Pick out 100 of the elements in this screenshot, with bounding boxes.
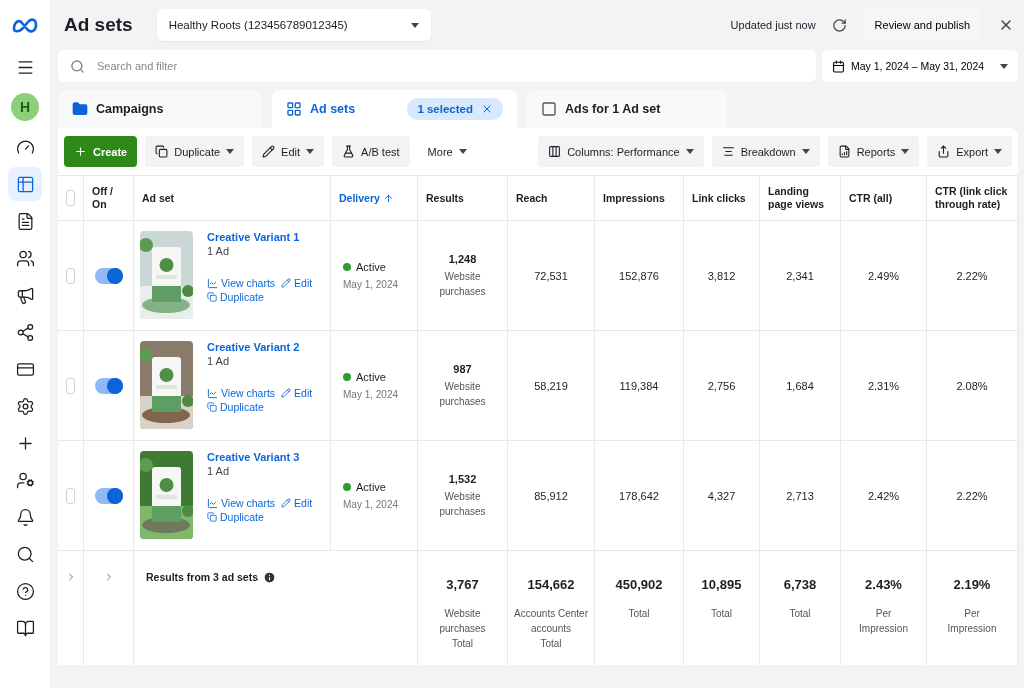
column-header[interactable]: Impressions [595,176,684,221]
column-header[interactable]: Landing page views [760,176,841,221]
checkbox[interactable] [66,377,75,394]
chart-icon [207,497,218,509]
chart-icon [207,387,218,399]
help-icon [15,581,35,601]
refresh-icon [831,17,847,33]
status-dot [343,263,351,271]
date-range-button[interactable]: May 1, 2024 – May 31, 2024 [822,50,1018,82]
search-icon [70,58,85,74]
info-icon[interactable] [263,571,277,584]
column-header[interactable]: Ad set [134,176,331,221]
table-cell: 72,531 [508,221,595,331]
column-header[interactable]: Delivery [331,176,418,221]
search-icon [15,544,35,564]
edit-link[interactable]: Edit [281,387,313,399]
results-label: Website purchases [438,269,487,299]
avatar[interactable]: H [11,93,39,121]
copy-icon [207,292,217,302]
table-cell: 85,912 [508,441,595,551]
duplicate-link[interactable]: Duplicate [207,401,313,413]
copy-icon [207,402,217,412]
toolbar-button[interactable]: Duplicate [145,136,245,167]
column-header[interactable]: Link clicks [684,176,760,221]
book-icon [15,618,35,638]
total-value: 450,902 [615,577,663,592]
column-header[interactable]: CTR (all) [841,176,927,221]
total-label: Per Impression [858,607,909,636]
status-dot [343,483,351,491]
total-label: Total [539,637,563,651]
toggle-switch[interactable] [94,377,123,394]
table-cell: 119,384 [595,331,684,441]
toggle-switch[interactable] [94,487,123,504]
table-cell: 2,756 [684,331,760,441]
export-icon [937,145,951,158]
results-value: 987 [453,362,472,375]
checkbox[interactable] [66,487,75,504]
toggle-switch[interactable] [94,267,123,284]
checkbox[interactable] [66,190,75,206]
column-header[interactable]: Results [418,176,508,221]
table-cell: 2.49% [841,221,927,331]
column-header[interactable]: Reach [508,176,595,221]
create-button[interactable]: Create [64,136,138,167]
total-label: Total [709,607,734,621]
user-gear-icon [15,470,35,490]
ad-set-name[interactable]: Creative Variant 3 [207,451,313,463]
view-charts-link[interactable]: View charts [207,387,276,399]
columns-icon [548,145,562,158]
tab[interactable]: Ads for 1 Ad set [527,90,727,128]
edit-link[interactable]: Edit [281,497,313,509]
search-field[interactable]: Search and filter [58,50,816,82]
account-select[interactable]: Healthy Roots (123456789012345) [156,9,431,41]
status-label: Active [343,481,405,493]
flask-icon [342,145,356,158]
duplicate-link[interactable]: Duplicate [207,291,313,303]
logo-icon[interactable] [12,17,38,33]
toolbar-button[interactable]: Edit [252,136,325,167]
start-date: May 1, 2024 [343,279,400,290]
tab[interactable]: Campaigns [58,90,262,128]
toolbar-button[interactable]: Columns: Performance [538,136,704,167]
ad-set-name[interactable]: Creative Variant 1 [207,231,313,243]
caret-icon [410,22,419,28]
table-cell: 2.22% [927,441,1018,551]
view-charts-link[interactable]: View charts [207,497,276,509]
column-header[interactable]: CTR (link click through rate) [927,176,1018,221]
breakdown-icon [721,145,735,158]
status-label: Active [343,261,405,273]
chart-icon [207,277,218,289]
column-header[interactable]: Off / On [84,176,134,221]
copy-icon [155,145,169,158]
ad-set-name[interactable]: Creative Variant 2 [207,341,313,353]
copy-icon [207,512,217,522]
total-value: 10,895 [701,577,742,592]
total-label: Total [450,637,475,651]
edit-link[interactable]: Edit [281,277,313,289]
selection-badge[interactable]: 1 selected [407,98,503,120]
ad-count: 1 Ad [207,355,231,367]
start-date: May 1, 2024 [343,499,400,510]
toolbar-button[interactable]: Export [927,136,1012,167]
tab[interactable]: Ad sets 1 selected [272,90,517,128]
pencil-icon [281,388,292,398]
toolbar-button[interactable]: Breakdown [711,136,820,167]
table-cell: 1,684 [760,331,841,441]
total-label: Accounts Center accounts [513,607,589,636]
updated-label: Updated just now [730,19,816,31]
plus-icon [74,145,87,158]
sort-arrow-icon [382,192,394,204]
search-input[interactable]: Search and filter [95,59,804,73]
view-charts-link[interactable]: View charts [207,277,276,289]
total-value: 2.43% [865,577,902,592]
close-icon[interactable] [481,103,493,115]
table-cell: 152,876 [595,221,684,331]
ad-count: 1 Ad [207,465,231,477]
toolbar-button[interactable]: Reports [827,136,920,167]
pencil-icon [281,278,292,288]
checkbox[interactable] [66,267,75,284]
toolbar-button[interactable]: More [417,136,477,167]
duplicate-link[interactable]: Duplicate [207,511,313,523]
toolbar-button[interactable]: A/B test [332,136,410,167]
megaphone-icon [15,285,35,305]
